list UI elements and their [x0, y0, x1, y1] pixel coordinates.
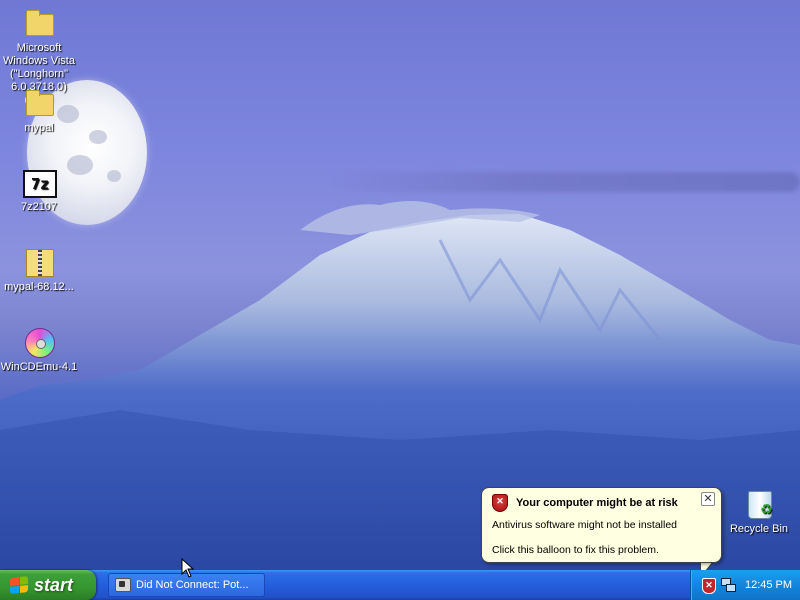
- desktop-icon-label: Recycle Bin: [729, 523, 789, 535]
- recycle-bin-icon: ♻: [742, 487, 776, 521]
- desktop-icon-label: 7z2107: [20, 201, 58, 213]
- desktop-icon-mypal-zip[interactable]: mypal-68.12...: [0, 245, 78, 294]
- desktop-icon-wincdemu[interactable]: WinCDEmu-4.1: [0, 325, 78, 374]
- balloon-instruction: Click this balloon to fix this problem.: [492, 544, 659, 556]
- desktop-icon-recycle-bin[interactable]: ♻ Recycle Bin: [720, 487, 798, 536]
- balloon-message: Antivirus software might not be installe…: [492, 519, 678, 531]
- security-balloon[interactable]: Your computer might be at risk ✕ Antivir…: [481, 487, 722, 563]
- desktop-icon-label: WinCDEmu-4.1: [0, 361, 78, 373]
- folder-icon: [22, 6, 56, 40]
- desktop-icon-7z2107[interactable]: 7z 7z2107: [0, 165, 78, 214]
- windows-flag-icon: [10, 576, 28, 594]
- disc-icon: [22, 325, 56, 359]
- balloon-close-button[interactable]: ✕: [701, 492, 715, 506]
- folder-icon: [22, 86, 56, 120]
- clock[interactable]: 12:45 PM: [741, 570, 796, 600]
- balloon-title: Your computer might be at risk: [492, 494, 711, 512]
- network-tray-icon[interactable]: [721, 578, 736, 592]
- taskbar-window-title: Did Not Connect: Pot...: [136, 579, 249, 591]
- balloon-title-text: Your computer might be at risk: [516, 497, 678, 509]
- browser-window-icon: [115, 578, 131, 592]
- taskbar: start Did Not Connect: Pot... ✕ 12:45 PM: [0, 570, 800, 600]
- system-tray: ✕ 12:45 PM: [690, 570, 800, 600]
- mouse-cursor-icon: [181, 558, 195, 578]
- desktop-icon-mypal-folder[interactable]: mypal: [0, 86, 78, 135]
- zip-archive-icon: [22, 245, 56, 279]
- start-label: start: [34, 574, 74, 595]
- start-button[interactable]: start: [0, 570, 96, 600]
- security-center-tray-icon[interactable]: ✕: [702, 578, 716, 594]
- security-shield-icon: [492, 494, 508, 512]
- desktop-icon-label: mypal: [24, 122, 54, 134]
- desktop-icon-label: mypal-68.12...: [4, 281, 74, 293]
- 7zip-icon: 7z: [22, 165, 57, 199]
